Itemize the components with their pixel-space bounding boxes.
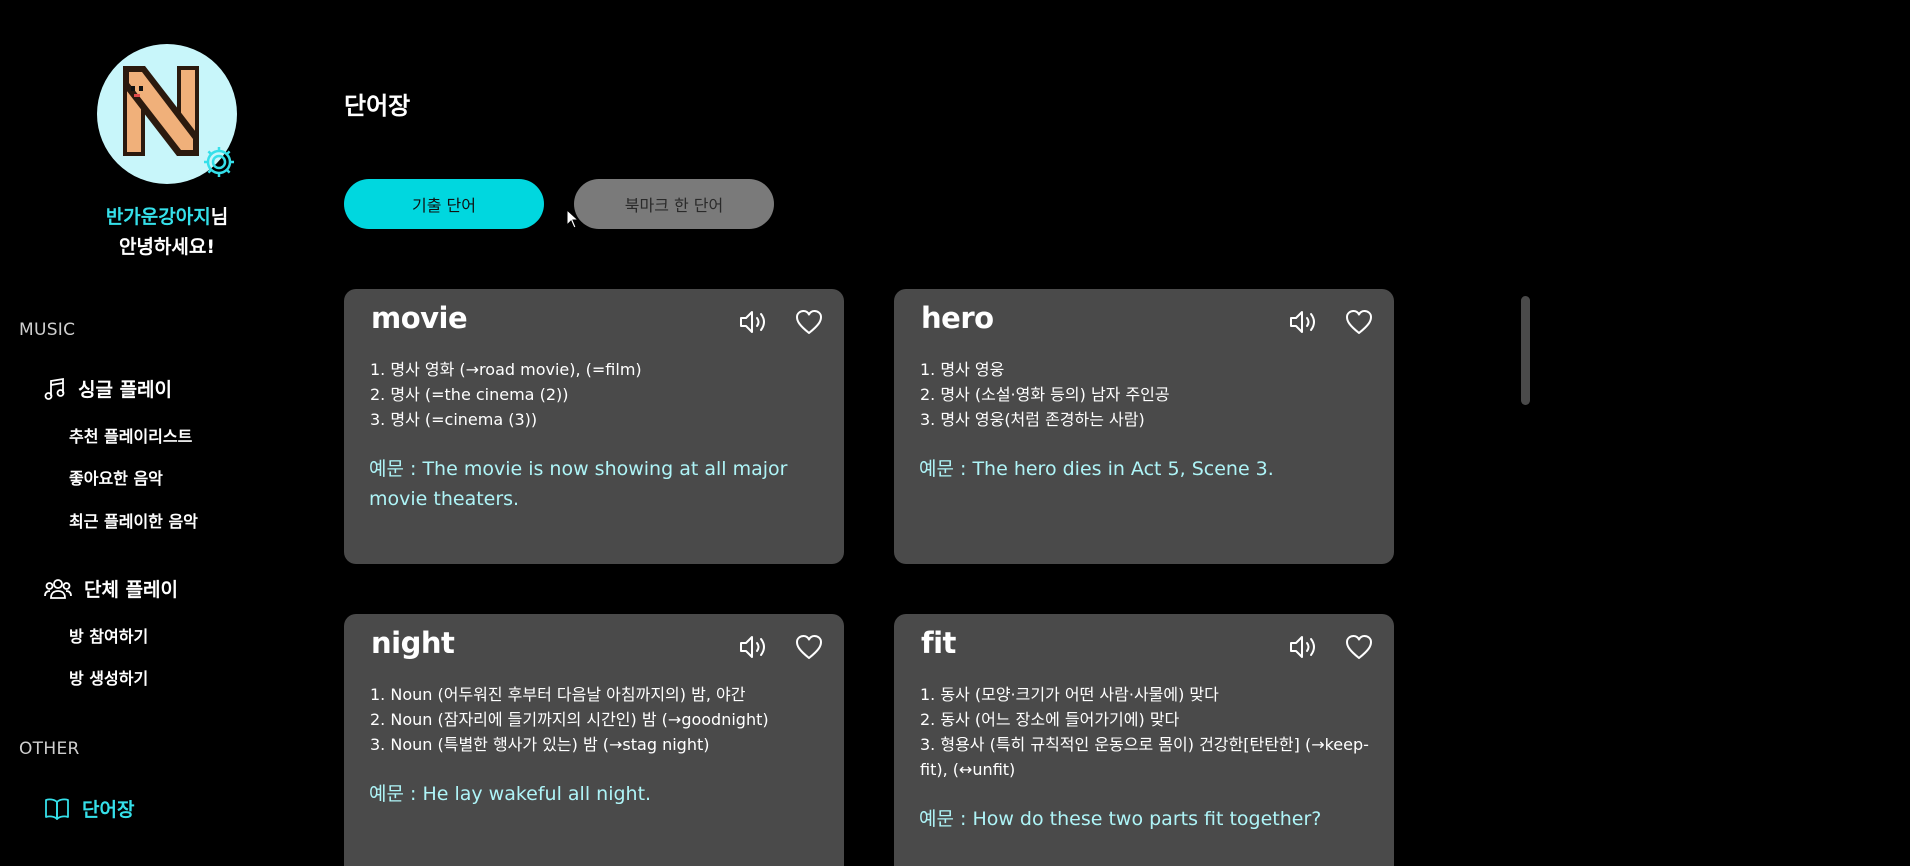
card-word: fit xyxy=(921,626,956,660)
nav-group-play[interactable]: 단체 플레이 xyxy=(44,575,178,602)
section-label-music: MUSIC xyxy=(19,320,76,340)
heart-icon[interactable] xyxy=(795,634,823,660)
speaker-icon[interactable] xyxy=(739,634,769,660)
definition: 3. 명사 (=cinema (3)) xyxy=(370,410,538,429)
user-greeting: 반가운강아지님 안녕하세요! xyxy=(0,202,334,262)
word-card: night 1. Noun (어두워진 후부터 다음날 아침까지의) 밤, 야간… xyxy=(344,614,844,866)
speaker-icon[interactable] xyxy=(739,309,769,335)
open-book-icon xyxy=(45,798,69,820)
word-card: hero 1. 명사 영웅 2. 명사 (소설·영화 등의) 남자 주인공 3.… xyxy=(894,289,1394,564)
card-definitions: 1. 동사 (모양·크기가 어떤 사람·사물에) 맞다 2. 동사 (어느 장소… xyxy=(920,682,1376,782)
definition: 2. 명사 (소설·영화 등의) 남자 주인공 xyxy=(920,385,1170,404)
nav-join-room[interactable]: 방 참여하기 xyxy=(69,623,148,647)
definition: 2. Noun (잠자리에 들기까지의 시간인) 밤 (→goodnight) xyxy=(370,710,769,729)
nav-group-play-label: 단체 플레이 xyxy=(84,579,179,601)
section-label-other: OTHER xyxy=(19,739,80,759)
nav-recommended-playlist[interactable]: 추천 플레이리스트 xyxy=(69,423,192,447)
card-definitions: 1. 명사 영웅 2. 명사 (소설·영화 등의) 남자 주인공 3. 명사 영… xyxy=(920,357,1376,432)
speaker-icon[interactable] xyxy=(1289,309,1319,335)
card-example: 예문 : He lay wakeful all night. xyxy=(369,783,652,805)
card-example: 예문 : The hero dies in Act 5, Scene 3. xyxy=(919,458,1274,480)
card-word: hero xyxy=(921,301,994,335)
definition: 1. 동사 (모양·크기가 어떤 사람·사물에) 맞다 xyxy=(920,685,1219,704)
music-note-icon xyxy=(44,377,65,400)
word-card: movie 1. 명사 영화 (→road movie), (=film) 2.… xyxy=(344,289,844,564)
nav-recent-music[interactable]: 최근 플레이한 음악 xyxy=(69,508,198,532)
word-card: fit 1. 동사 (모양·크기가 어떤 사람·사물에) 맞다 2. 동사 (어… xyxy=(894,614,1394,866)
page-title: 단어장 xyxy=(344,92,411,120)
pixel-letter-n-icon xyxy=(123,66,199,156)
heart-icon[interactable] xyxy=(1345,634,1373,660)
tab-exam-words[interactable]: 기출 단어 xyxy=(344,179,544,229)
card-definitions: 1. Noun (어두워진 후부터 다음날 아침까지의) 밤, 야간 2. No… xyxy=(370,682,826,757)
definition: 2. 명사 (=the cinema (2)) xyxy=(370,385,569,404)
sidebar: 반가운강아지님 안녕하세요! MUSIC 싱글 플레이 추천 플레이리스트 좋아… xyxy=(0,0,330,866)
tab-bookmarked-words[interactable]: 북마크 한 단어 xyxy=(574,179,774,229)
nav-vocab-label: 단어장 xyxy=(82,799,135,821)
people-icon xyxy=(44,578,72,599)
card-word: night xyxy=(371,626,455,660)
scrollbar-thumb[interactable] xyxy=(1521,296,1530,405)
username: 반가운강아지 xyxy=(105,206,211,228)
nav-single-play-label: 싱글 플레이 xyxy=(78,379,173,401)
avatar[interactable] xyxy=(97,44,237,184)
definition: 1. 명사 영화 (→road movie), (=film) xyxy=(370,360,642,379)
card-definitions: 1. 명사 영화 (→road movie), (=film) 2. 명사 (=… xyxy=(370,357,826,432)
username-suffix: 님 xyxy=(210,206,229,228)
card-example: 예문 : The movie is now showing at all maj… xyxy=(369,458,788,510)
definition: 3. 형용사 (특히 규칙적인 운동으로 몸이) 건강한[탄탄한] (→keep… xyxy=(920,735,1369,779)
gear-icon[interactable] xyxy=(201,144,237,180)
speaker-icon[interactable] xyxy=(1289,634,1319,660)
card-example: 예문 : How do these two parts fit together… xyxy=(919,808,1322,830)
definition: 2. 동사 (어느 장소에 들어가기에) 맞다 xyxy=(920,710,1180,729)
definition: 3. Noun (특별한 행사가 있는) 밤 (→stag night) xyxy=(370,735,710,754)
heart-icon[interactable] xyxy=(795,309,823,335)
definition: 3. 명사 영웅(처럼 존경하는 사람) xyxy=(920,410,1145,429)
nav-liked-music[interactable]: 좋아요한 음악 xyxy=(69,465,163,489)
nav-single-play[interactable]: 싱글 플레이 xyxy=(44,375,172,402)
definition: 1. Noun (어두워진 후부터 다음날 아침까지의) 밤, 야간 xyxy=(370,685,746,704)
mouse-cursor-icon xyxy=(566,209,580,229)
card-word: movie xyxy=(371,301,468,335)
nav-create-room[interactable]: 방 생성하기 xyxy=(69,665,148,689)
greeting-text: 안녕하세요! xyxy=(118,236,216,258)
definition: 1. 명사 영웅 xyxy=(920,360,1005,379)
nav-vocab[interactable]: 단어장 xyxy=(44,795,134,822)
heart-icon[interactable] xyxy=(1345,309,1373,335)
